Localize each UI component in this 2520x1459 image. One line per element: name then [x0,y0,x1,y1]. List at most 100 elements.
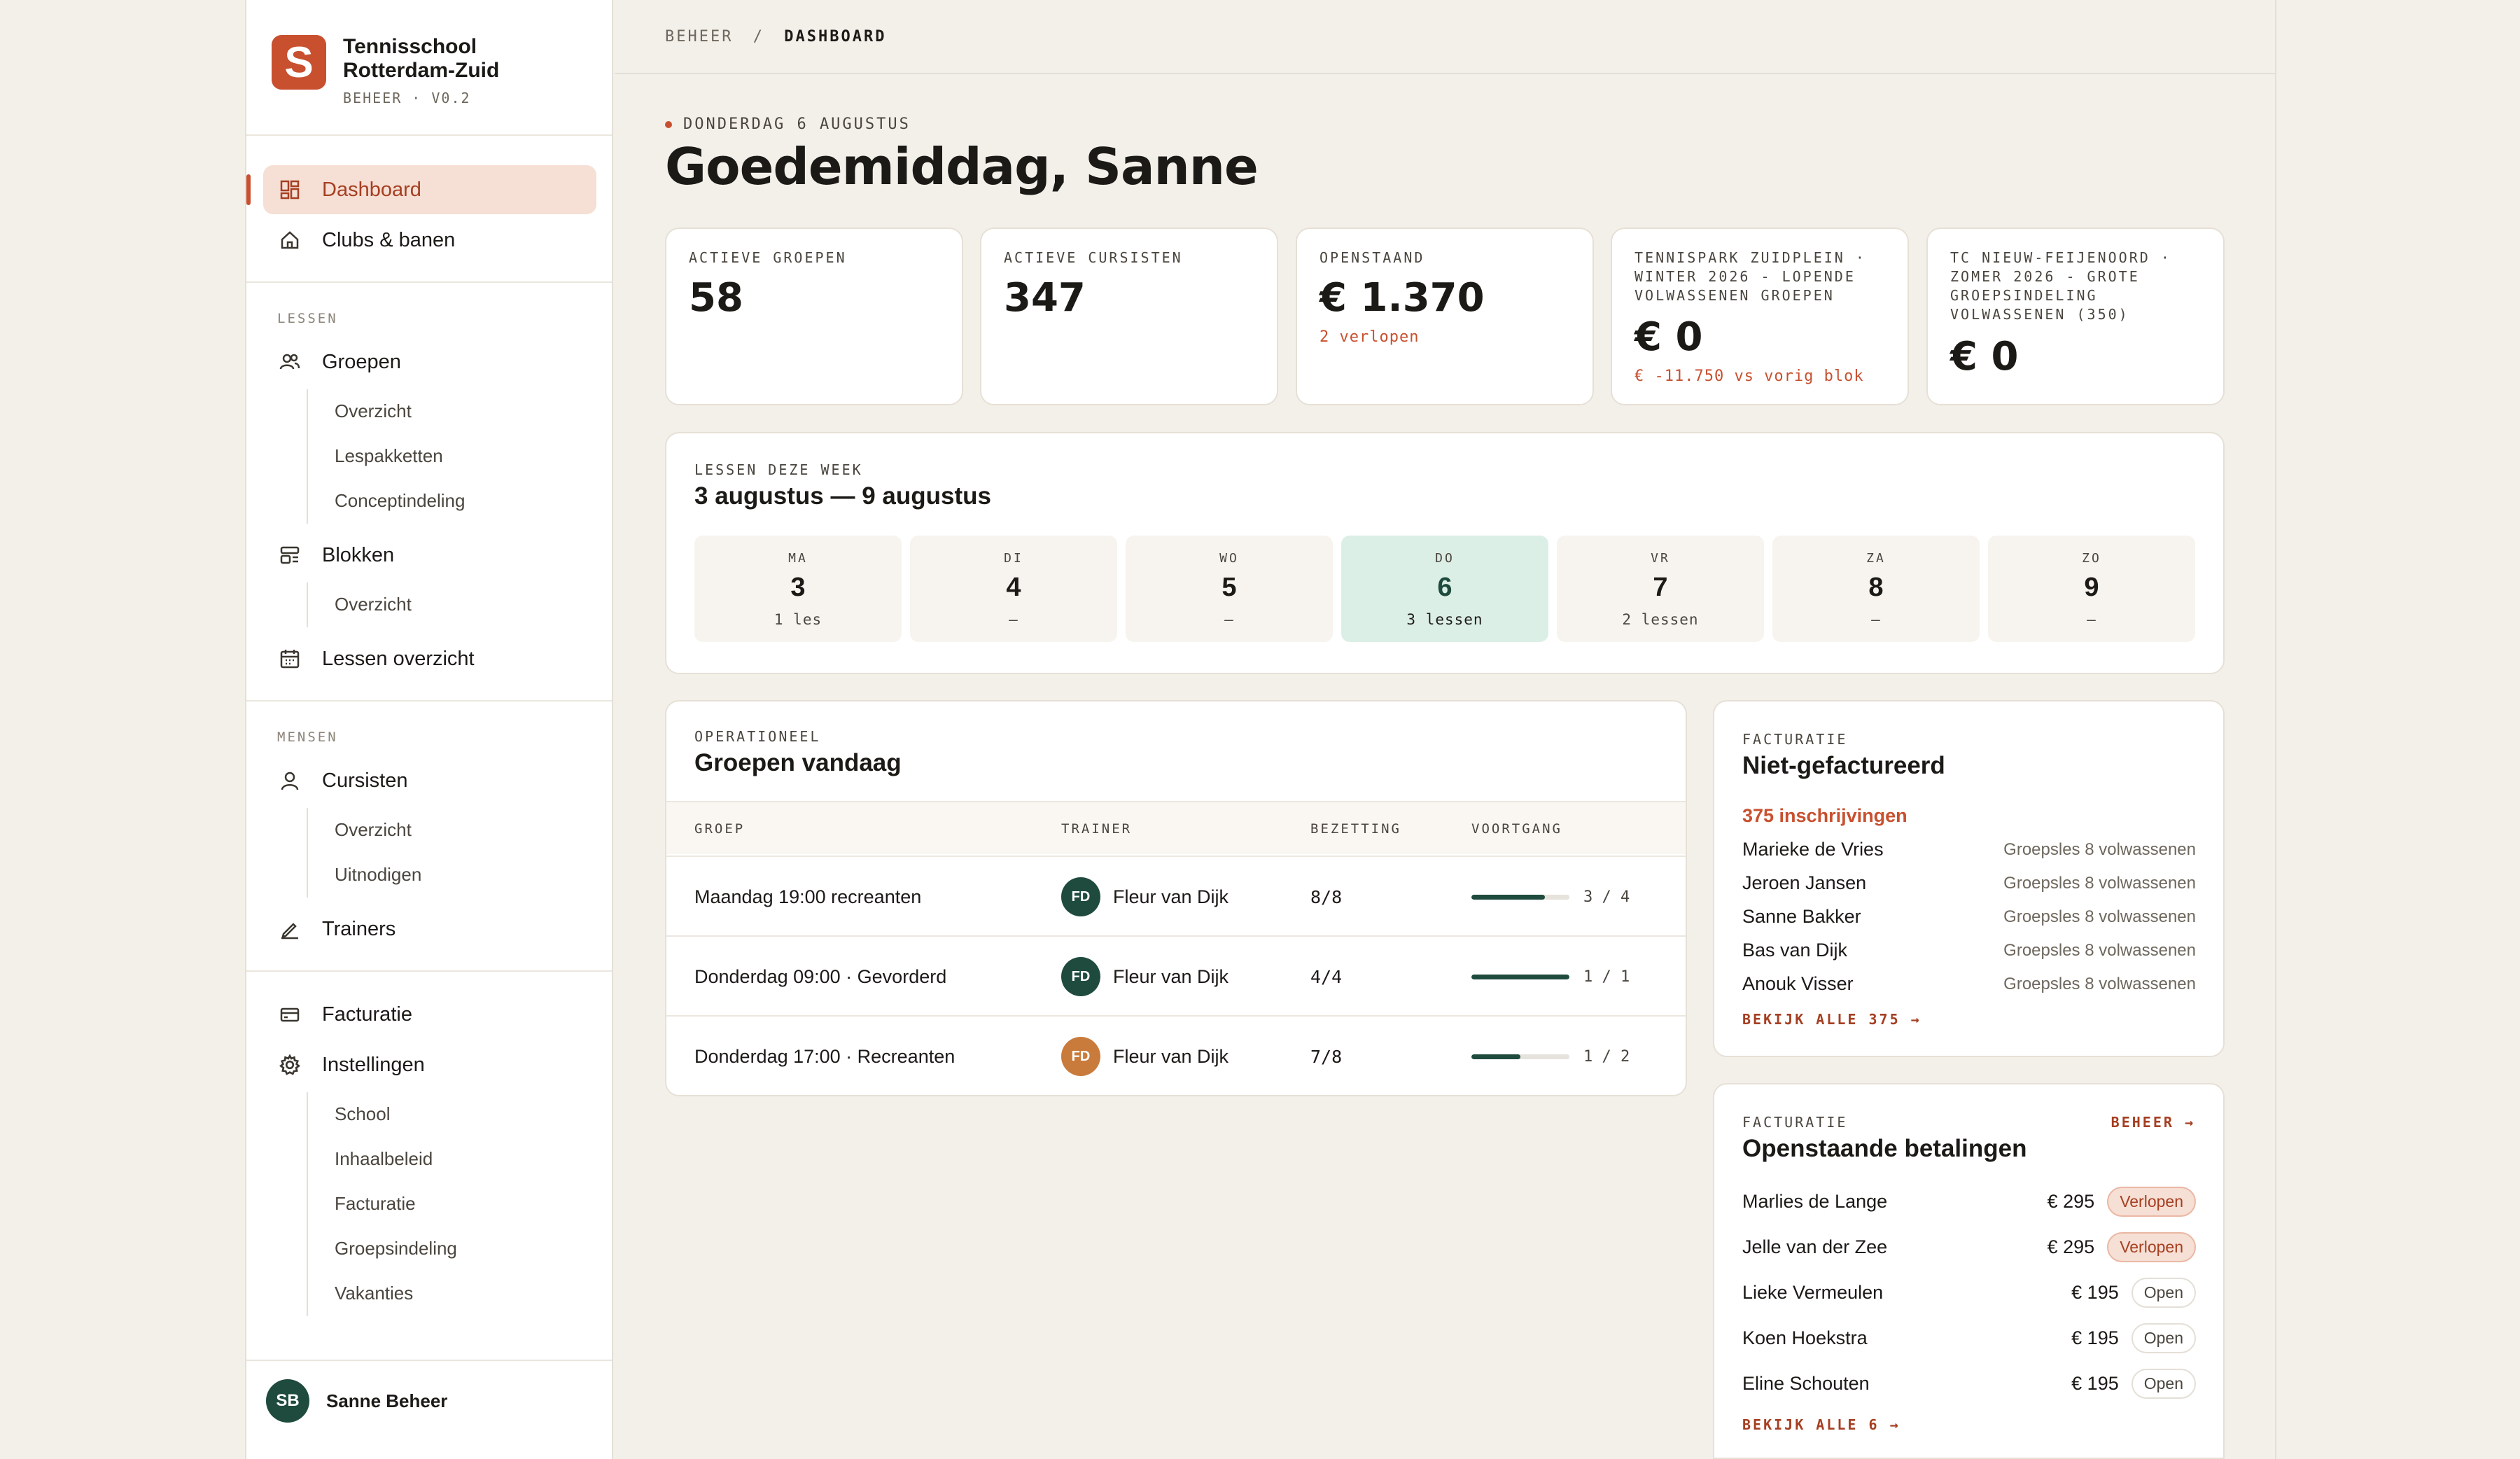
dashboard-grid-icon [279,179,301,201]
nav-cursisten[interactable]: Cursisten [263,756,596,805]
brand-version: BEHEER · V0.2 [343,90,471,106]
unbilled-title: Niet-gefactureerd [1742,752,1945,779]
payment-row[interactable]: Koen Hoekstra € 195 Open [1742,1323,2196,1353]
view-all-payments-link[interactable]: BEKIJK ALLE 6 → [1742,1416,1900,1433]
manage-payments-link[interactable]: BEHEER → [2111,1114,2195,1131]
payment-amount: € 195 [2071,1282,2119,1303]
subnav-school[interactable]: School [335,1103,391,1125]
day-saturday[interactable]: ZA 8 — [1772,536,1980,642]
kpi-card-feijenoord[interactable]: TC NIEUW-FEIJENOORD · ZOMER 2026 - GROTE… [1926,228,2225,405]
subnav-lespakketten[interactable]: Lespakketten [335,445,443,467]
status-badge: Open [2131,1369,2196,1399]
payer-name: Koen Hoekstra [1742,1327,1868,1348]
day-number: 7 [1653,573,1668,602]
nav-instellingen[interactable]: Instellingen [263,1040,596,1089]
gear-icon [279,1054,301,1076]
view-all-unbilled-link[interactable]: BEKIJK ALLE 375 → [1742,1011,1921,1028]
kpi-card-cursisten[interactable]: ACTIEVE CURSISTEN 347 [980,228,1278,405]
kpi-value: € 0 [1634,314,1703,360]
day-name: DI [1004,551,1023,566]
subnav-facturatie-settings[interactable]: Facturatie [335,1193,416,1215]
nav-trainers[interactable]: Trainers [263,905,596,954]
trainer-avatar: FD [1061,877,1100,916]
nav-trainers-label: Trainers [322,917,396,940]
subnav-groepen-overzicht[interactable]: Overzicht [335,400,412,422]
subnav-inhaalbeleid[interactable]: Inhaalbeleid [335,1148,433,1170]
day-sunday[interactable]: ZO 9 — [1988,536,2195,642]
progress-text: 1 / 2 [1583,1047,1630,1066]
user-menu[interactable]: SB Sanne Beheer [266,1379,447,1423]
day-monday[interactable]: MA 3 1 les [694,536,902,642]
nav-groepen[interactable]: Groepen [263,337,596,386]
student-name: Marieke de Vries [1742,839,1884,860]
nav-facturatie-label: Facturatie [322,1003,412,1026]
day-tuesday[interactable]: DI 4 — [910,536,1117,642]
breadcrumb-current: DASHBOARD [784,28,887,46]
breadcrumb-parent[interactable]: BEHEER [665,28,733,46]
credit-card-icon [279,1003,301,1026]
list-item[interactable]: Marieke de Vries Groepsles 8 volwassenen [1742,839,2196,860]
table-row[interactable]: Maandag 19:00 recreanten FD Fleur van Di… [666,856,1686,935]
subnav-uitnodigen[interactable]: Uitnodigen [335,864,421,886]
table-row[interactable]: Donderdag 17:00 · Recreanten FD Fleur va… [666,1015,1686,1095]
current-date: DONDERDAG 6 AUGUSTUS [683,116,911,133]
payment-amount: € 295 [2047,1236,2095,1257]
day-lessons: 1 les [774,611,822,628]
col-trainer[interactable]: TRAINER [1061,802,1132,856]
day-thursday-today[interactable]: DO 6 3 lessen [1341,536,1548,642]
day-lessons: 3 lessen [1406,611,1483,628]
day-lessons: — [1224,611,1234,628]
subnav-groepsindeling[interactable]: Groepsindeling [335,1238,457,1259]
kpi-card-openstaand[interactable]: OPENSTAAND € 1.370 2 verlopen [1296,228,1594,405]
subnav-cursisten-overzicht[interactable]: Overzicht [335,819,412,841]
subnav-conceptindeling[interactable]: Conceptindeling [335,490,465,512]
kpi-card-zuidplein[interactable]: TENNISPARK ZUIDPLEIN · WINTER 2026 - LOP… [1611,228,1909,405]
avatar: SB [266,1379,309,1423]
day-number: 5 [1222,573,1237,602]
day-wednesday[interactable]: WO 5 — [1126,536,1333,642]
payment-row[interactable]: Marlies de Lange € 295 Verlopen [1742,1187,2196,1217]
status-dot [665,120,672,128]
nav-clubs[interactable]: Clubs & banen [263,216,596,265]
nav-dashboard-label: Dashboard [322,178,421,201]
progress-cell: 1 / 2 [1471,1017,1630,1096]
kpi-card-groepen[interactable]: ACTIEVE GROEPEN 58 [665,228,963,405]
page-title: Goedemiddag, Sanne [665,137,1259,196]
users-icon [279,351,301,373]
day-number: 8 [1868,573,1884,602]
subnav-line [307,1092,308,1316]
today-groups-card: OPERATIONEEL Groepen vandaag GROEP TRAIN… [665,700,1687,1096]
payment-row[interactable]: Eline Schouten € 195 Open [1742,1369,2196,1399]
nav-dashboard[interactable]: Dashboard [263,165,596,214]
day-friday[interactable]: VR 7 2 lessen [1557,536,1764,642]
user-icon [279,769,301,792]
col-bezetting[interactable]: BEZETTING [1310,802,1401,856]
student-name: Sanne Bakker [1742,906,1861,927]
col-groep[interactable]: GROEP [694,802,745,856]
col-voortgang[interactable]: VOORTGANG [1471,802,1562,856]
week-label: LESSEN DEZE WEEK [694,461,863,478]
kpi-note: 2 verlopen [1320,328,1420,346]
list-item[interactable]: Anouk Visser Groepsles 8 volwassenen [1742,973,2196,995]
list-item[interactable]: Bas van Dijk Groepsles 8 volwassenen [1742,940,2196,961]
section-mensen: MENSEN [277,730,338,745]
nav-blokken[interactable]: Blokken [263,531,596,580]
day-lessons: — [1871,611,1881,628]
payment-row[interactable]: Jelle van der Zee € 295 Verlopen [1742,1232,2196,1262]
progress-text: 1 / 1 [1583,968,1630,986]
active-indicator [246,174,251,205]
lesson-package: Groepsles 8 volwassenen [2003,873,2196,893]
subnav-blokken-overzicht[interactable]: Overzicht [335,594,412,615]
nav-facturatie[interactable]: Facturatie [263,990,596,1039]
subnav-vakanties[interactable]: Vakanties [335,1283,413,1304]
list-item[interactable]: Sanne Bakker Groepsles 8 volwassenen [1742,906,2196,928]
nav-lessen-overzicht[interactable]: Lessen overzicht [263,634,596,683]
trainer-cell: FD Fleur van Dijk [1061,1017,1228,1096]
list-item[interactable]: Jeroen Jansen Groepsles 8 volwassenen [1742,872,2196,894]
divider [246,134,612,136]
nav-cursisten-label: Cursisten [322,769,408,792]
brand[interactable]: S Tennisschool Rotterdam-Zuid BEHEER · V… [272,35,499,106]
payment-row[interactable]: Lieke Vermeulen € 195 Open [1742,1278,2196,1308]
table-row[interactable]: Donderdag 09:00 · Gevorderd FD Fleur van… [666,935,1686,1015]
day-lessons: 2 lessen [1622,611,1699,628]
